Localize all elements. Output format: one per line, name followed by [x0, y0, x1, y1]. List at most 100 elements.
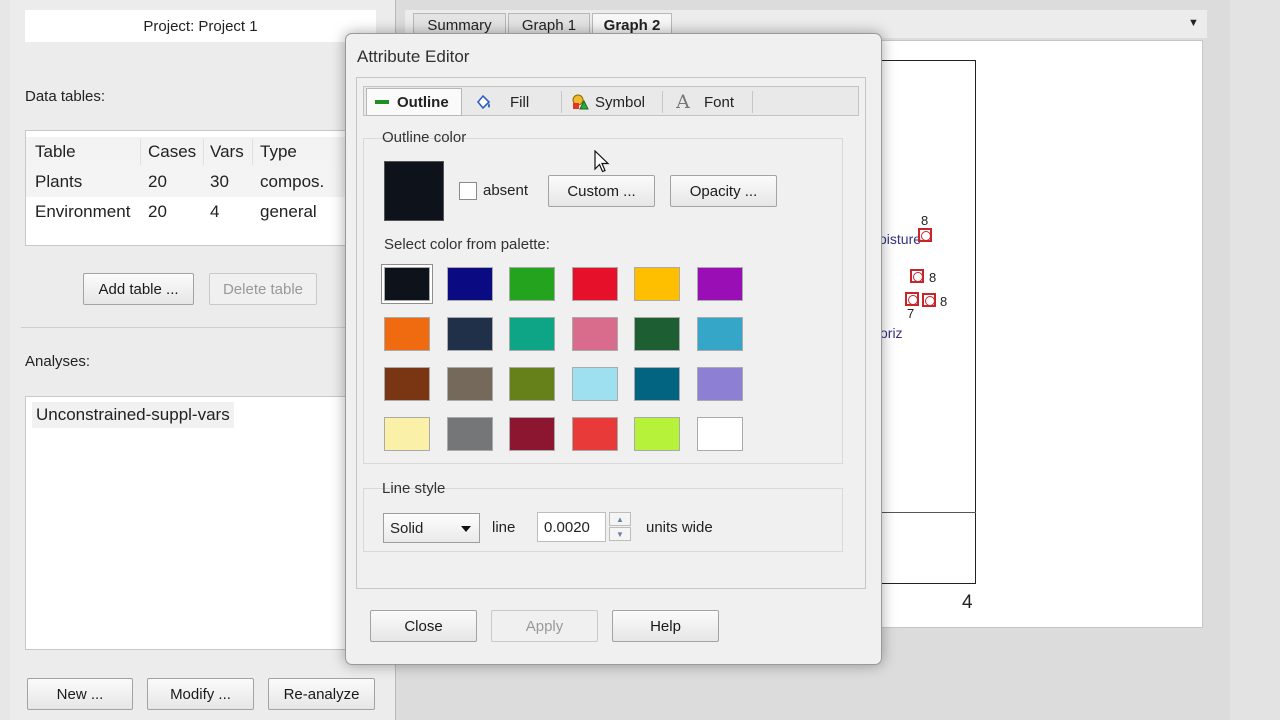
mouse-cursor-icon: [594, 149, 610, 178]
project-title: Project: Project 1: [25, 10, 376, 42]
dialog-title: Attribute Editor: [357, 47, 470, 66]
paint-bucket-icon: [474, 93, 492, 111]
font-a-icon: A: [676, 91, 690, 113]
marker-label: 8: [940, 294, 948, 309]
plot-frame: [875, 60, 976, 584]
help-button[interactable]: Help: [612, 610, 719, 642]
tab-symbol[interactable]: Symbol: [567, 88, 659, 116]
tab-separator: [561, 91, 562, 113]
plot-marker[interactable]: [922, 293, 936, 307]
column-header-table[interactable]: Table: [35, 142, 76, 162]
palette-swatch[interactable]: [384, 317, 430, 351]
palette-swatch[interactable]: [696, 367, 743, 401]
attribute-tabs: Outline Fill Symbol A Font: [363, 86, 859, 116]
table-row[interactable]: Plants 20 30 compos.: [26, 167, 359, 197]
table-cell-vars: 4: [210, 202, 220, 221]
palette-swatch[interactable]: [634, 317, 680, 351]
modify-analysis-button[interactable]: Modify ...: [147, 678, 254, 710]
analyses-list: Unconstrained-suppl-vars: [25, 396, 360, 650]
palette-swatch[interactable]: [509, 417, 555, 451]
tab-outline-label: Outline: [397, 93, 449, 111]
palette-swatch[interactable]: [571, 267, 618, 301]
window-edge: [1230, 0, 1280, 720]
palette-swatch[interactable]: [509, 367, 555, 401]
line-style-select[interactable]: Solid: [383, 513, 480, 543]
plot-marker[interactable]: [918, 228, 932, 242]
line-style-value: Solid: [390, 519, 424, 537]
table-row[interactable]: Environment 20 4 general: [26, 197, 359, 227]
tab-outline[interactable]: Outline: [366, 88, 462, 116]
data-tables-table: Table Cases Vars Type Plants 20 30 compo…: [25, 130, 360, 246]
palette-swatch[interactable]: [571, 367, 618, 401]
x-axis-tick-label: 4: [962, 592, 973, 613]
palette-swatch[interactable]: [696, 317, 743, 351]
table-header-row: Table Cases Vars Type: [26, 137, 359, 167]
palette-swatch[interactable]: [384, 367, 430, 401]
palette-swatch[interactable]: [509, 267, 555, 301]
units-label: units wide: [646, 519, 713, 536]
tab-symbol-label: Symbol: [595, 93, 646, 111]
attribute-editor-dialog: Attribute Editor Outline Fill Symbol A F…: [345, 33, 882, 665]
palette-swatch[interactable]: [634, 367, 680, 401]
tab-font[interactable]: A Font: [670, 88, 756, 116]
apply-button[interactable]: Apply: [491, 610, 598, 642]
palette-swatch[interactable]: [384, 267, 430, 301]
increment-arrow-icon[interactable]: ▲: [609, 512, 631, 526]
table-cell-name: Plants: [35, 172, 83, 191]
column-divider: [140, 139, 141, 165]
delete-table-button[interactable]: Delete table: [209, 273, 317, 305]
tab-separator: [752, 91, 753, 113]
palette-swatch[interactable]: [446, 367, 493, 401]
marker-label: 7: [907, 306, 915, 321]
tab-list-dropdown-icon[interactable]: ▼: [1188, 17, 1202, 31]
outline-color-title: Outline color: [382, 129, 467, 146]
decrement-arrow-icon[interactable]: ▼: [609, 527, 631, 541]
table-cell-name: Environment: [35, 202, 131, 221]
table-cell-type: general: [260, 202, 317, 221]
palette-swatch[interactable]: [634, 267, 680, 301]
new-analysis-button[interactable]: New ...: [27, 678, 133, 710]
marker-label: 8: [929, 270, 937, 285]
table-cell-type: compos.: [260, 172, 325, 191]
shapes-icon: [571, 93, 589, 111]
table-cell-cases: 20: [148, 172, 167, 191]
column-header-type[interactable]: Type: [260, 142, 297, 162]
outline-line-icon: [373, 93, 391, 111]
chevron-down-icon: [461, 526, 471, 532]
absent-label: absent: [483, 182, 529, 199]
column-header-cases[interactable]: Cases: [148, 142, 196, 162]
plot-marker[interactable]: [905, 292, 919, 306]
add-table-button[interactable]: Add table ...: [83, 273, 194, 305]
line-width-input[interactable]: 0.0020: [537, 512, 606, 542]
opacity-button[interactable]: Opacity ...: [670, 175, 777, 207]
plot-reference-line: [875, 512, 976, 513]
palette-swatch[interactable]: [384, 417, 430, 451]
column-divider: [252, 139, 253, 165]
list-item[interactable]: Unconstrained-suppl-vars: [32, 402, 234, 428]
custom-color-button[interactable]: Custom ...: [548, 175, 655, 207]
table-cell-vars: 30: [210, 172, 229, 191]
dialog-body: Outline Fill Symbol A Font Outline color…: [356, 77, 866, 589]
palette-swatch[interactable]: [571, 417, 618, 451]
close-button[interactable]: Close: [370, 610, 477, 642]
plot-label-horiz[interactable]: oriz: [880, 325, 903, 341]
palette-swatch[interactable]: [446, 317, 493, 351]
tab-fill[interactable]: Fill: [470, 88, 558, 116]
palette-swatch[interactable]: [571, 317, 618, 351]
absent-checkbox[interactable]: [459, 182, 477, 200]
column-divider: [203, 139, 204, 165]
plot-label-moisture[interactable]: oisture: [879, 231, 921, 247]
palette-swatch[interactable]: [696, 267, 743, 301]
palette-swatch[interactable]: [634, 417, 680, 451]
reanalyze-button[interactable]: Re-analyze: [268, 678, 375, 710]
table-cell-cases: 20: [148, 202, 167, 221]
plot-marker[interactable]: [910, 269, 924, 283]
current-color-swatch: [384, 161, 444, 221]
palette-label: Select color from palette:: [384, 236, 550, 253]
section-divider: [21, 327, 356, 328]
column-header-vars[interactable]: Vars: [210, 142, 244, 162]
palette-swatch[interactable]: [446, 417, 493, 451]
palette-swatch[interactable]: [509, 317, 555, 351]
palette-swatch[interactable]: [446, 267, 493, 301]
palette-swatch[interactable]: [696, 417, 743, 451]
